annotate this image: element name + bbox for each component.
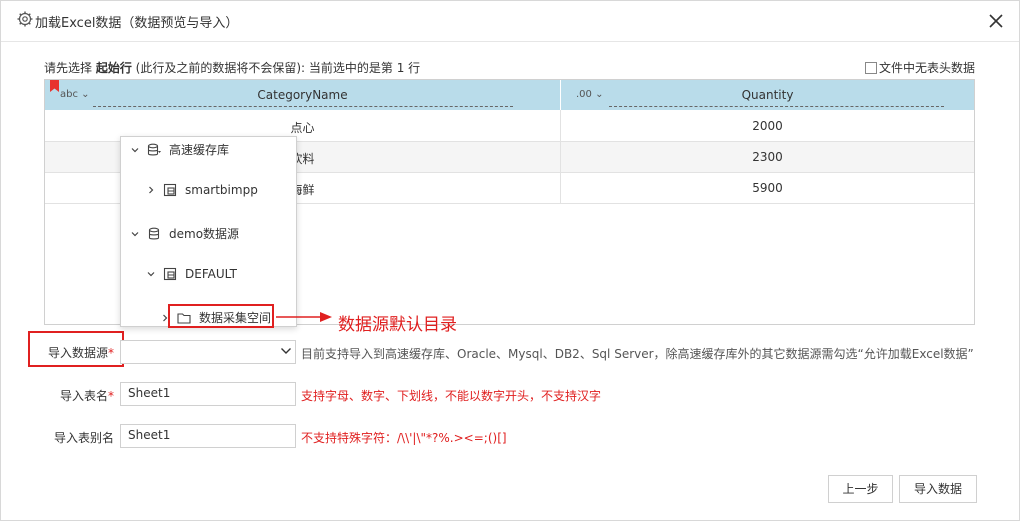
tree-node-label: DEFAULT xyxy=(185,267,237,281)
table-cell: 2300 xyxy=(752,150,783,164)
dialog-titlebar: 加载Excel数据（数据预览与导入） xyxy=(1,1,1019,42)
datasource-select[interactable] xyxy=(120,340,296,364)
tree-node-label: demo数据源 xyxy=(169,227,240,241)
chevron-down-icon[interactable] xyxy=(129,228,141,240)
import-data-button[interactable]: 导入数据 xyxy=(899,475,977,503)
schema-icon xyxy=(163,183,177,197)
column-name: CategoryName xyxy=(257,88,348,102)
chevron-right-icon[interactable] xyxy=(145,184,157,196)
chevron-down-icon[interactable] xyxy=(145,268,157,280)
column-name-underline xyxy=(93,106,513,107)
close-icon[interactable] xyxy=(986,11,1006,31)
table-alias-note: 不支持特殊字符：/\\'|\"*?%.><=;()[] xyxy=(301,431,507,445)
no-header-checkbox[interactable] xyxy=(865,61,877,74)
tree-node-label: 高速缓存库 xyxy=(169,143,230,157)
column-header-quantity[interactable]: .00 ⌄ Quantity xyxy=(561,80,974,110)
no-header-label: 文件中无表头数据 xyxy=(879,61,976,75)
column-name: Quantity xyxy=(741,88,794,102)
dialog-title: 加载Excel数据（数据预览与导入） xyxy=(35,16,239,31)
tree-node-cache-db[interactable]: 高速缓存库 xyxy=(129,141,229,158)
chevron-down-icon[interactable] xyxy=(280,346,292,356)
table-name-label: 导入表名* xyxy=(59,389,114,403)
table-name-input[interactable]: Sheet1 xyxy=(120,382,296,406)
column-header-categoryname[interactable]: abc ⌄ CategoryName xyxy=(45,80,561,110)
table-cell: 5900 xyxy=(752,181,783,195)
datasource-note: 目前支持导入到高速缓存库、Oracle、Mysql、DB2、Sql Server… xyxy=(301,347,974,361)
prev-step-button[interactable]: 上一步 xyxy=(828,475,893,503)
datasource-label: 导入数据源* xyxy=(47,346,114,360)
table-name-note: 支持字母、数字、下划线，不能以数字开头，不支持汉字 xyxy=(301,389,602,403)
column-name-underline xyxy=(609,106,944,107)
table-alias-input[interactable]: Sheet1 xyxy=(120,424,296,448)
table-cell: 2000 xyxy=(752,119,783,133)
arrow-right-icon xyxy=(276,312,332,322)
table-alias-label: 导入表别名 xyxy=(53,431,114,445)
tree-node-default[interactable]: DEFAULT xyxy=(145,267,237,281)
database-icon xyxy=(148,227,160,239)
grid-header: abc ⌄ CategoryName .00 ⌄ Quantity xyxy=(45,80,974,110)
tree-node-smartbimpp[interactable]: smartbimpp xyxy=(145,183,258,197)
column-separator xyxy=(560,110,561,203)
tree-node-demo-datasource[interactable]: demo数据源 xyxy=(129,225,239,242)
schema-icon xyxy=(163,267,177,281)
datasource-tree-dropdown[interactable]: 高速缓存库 smartbimpp demo数据源 DEFAULT 数据采集空间 xyxy=(120,136,297,327)
table-cell: 点心 xyxy=(290,121,315,135)
load-excel-dialog: 加载Excel数据（数据预览与导入） 请先选择 起始行 (此行及之前的数据将不会… xyxy=(0,0,1020,521)
settings-icon xyxy=(17,11,33,27)
default-directory-callout: 数据源默认目录 xyxy=(338,315,457,335)
default-directory-highlight xyxy=(168,304,274,328)
database-icon xyxy=(147,143,161,155)
chevron-down-icon[interactable] xyxy=(129,144,141,156)
no-header-checkbox-row[interactable]: 文件中无表头数据 xyxy=(865,59,975,76)
start-row-hint: 请先选择 起始行 (此行及之前的数据将不会保留): 当前选中的是第 1 行 xyxy=(44,61,421,75)
tree-node-label: smartbimpp xyxy=(185,183,258,197)
